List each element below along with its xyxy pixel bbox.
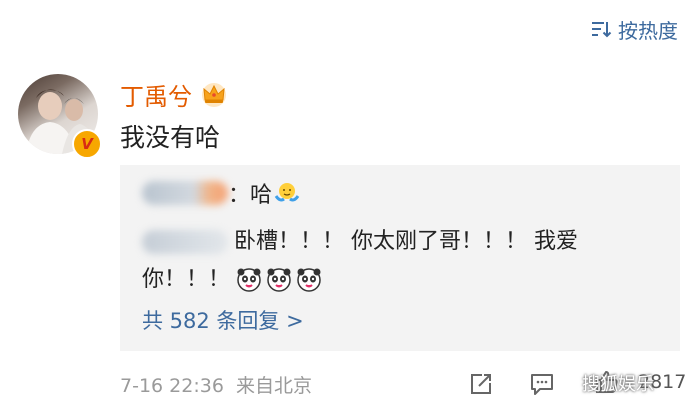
reply-item[interactable]: ： 哈 [142, 175, 300, 211]
reply-author-blurred[interactable] [142, 181, 228, 205]
shrug-emoji-icon [274, 183, 300, 202]
crown-icon [202, 83, 226, 107]
panda-emoji-icon [237, 268, 261, 292]
timestamp: 7-16 22:36 [120, 375, 224, 397]
location: 来自北京 [235, 375, 312, 397]
weibo-logo-icon [560, 376, 577, 391]
reply-text: 哈 [250, 183, 273, 208]
watermark-text: 搜狐娱乐 [582, 374, 654, 395]
sort-by-hot-button[interactable]: 按热度 [590, 14, 678, 44]
panda-emoji-icon [267, 268, 291, 292]
reply-text-line1: 卧槽！！！ 你太刚了哥！！！ 我爱 [234, 229, 578, 254]
verified-badge-icon: V [72, 129, 102, 159]
comment-text: 我没有哈 [120, 123, 221, 152]
reply-item[interactable]: 卧槽！！！ 你太刚了哥！！！ 我爱 你！！！ [142, 223, 652, 299]
sort-label: 按热度 [618, 18, 678, 43]
panda-emoji-icon [297, 268, 321, 292]
reply-separator: ： [228, 183, 251, 208]
watermark: 搜狐娱乐 [560, 370, 654, 396]
comment-author[interactable]: 丁禹兮 [120, 77, 228, 112]
comment-meta: 7-16 22:36 来自北京 [120, 371, 312, 398]
replies-panel[interactable]: ： 哈 卧槽！！！ 你太刚了哥！！！ 我爱 你！！！ 共 582 条回复 > [120, 165, 680, 351]
view-all-replies-link[interactable]: 共 582 条回复 > [142, 305, 304, 335]
reply-author-blurred[interactable] [142, 230, 228, 254]
comment-icon[interactable] [529, 371, 555, 397]
reply-text-line2: 你！！！ [142, 267, 231, 292]
sort-lines-icon [592, 22, 612, 38]
share-icon[interactable] [468, 371, 494, 397]
username[interactable]: 丁禹兮 [120, 77, 192, 112]
